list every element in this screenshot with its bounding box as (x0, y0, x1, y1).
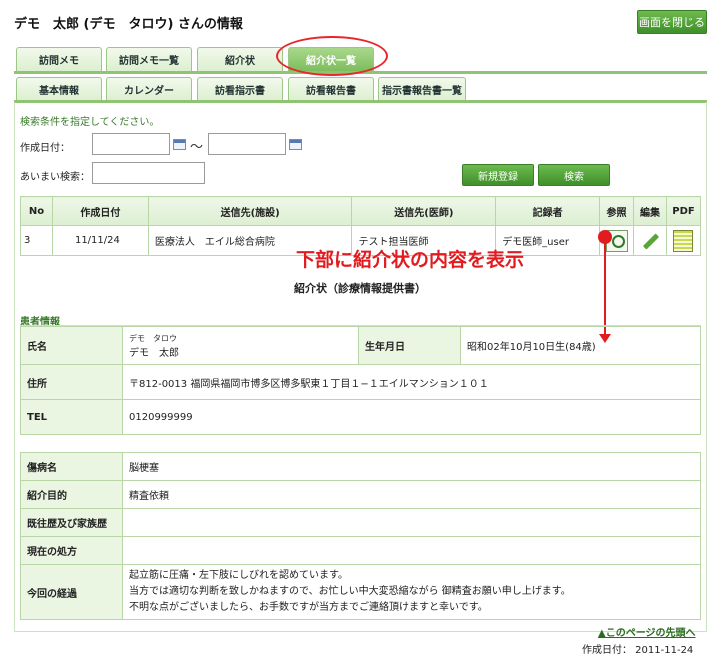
tab-calendar[interactable]: カレンダー (106, 77, 192, 101)
row-name: 氏名 デモ タロウ デモ 太郎 生年月日 昭和02年10月10日生(84歳) (20, 326, 701, 365)
date-label: 作成日付： (20, 143, 70, 154)
col-view: 参照 (599, 196, 634, 226)
name-kana: デモ タロウ (129, 333, 177, 343)
date-from-input[interactable] (92, 133, 170, 155)
col-doctor: 送信先(医師) (351, 196, 497, 226)
document-title: 紹介状（診療情報提供書） (294, 282, 426, 295)
value-progress: 起立筋に圧痛・左下肢にしびれを認めています。 当方では適切な判断を致しかねますの… (122, 564, 701, 620)
tab-visit-memo-list[interactable]: 訪問メモ一覧 (106, 47, 192, 71)
annotation-text: 下部に紹介状の内容を表示 (296, 249, 525, 271)
tab-instruction-report-list[interactable]: 指示書報告書一覧 (378, 77, 466, 101)
value-history (122, 508, 701, 537)
row-address: 住所 〒812-0013 福岡県福岡市博多区博多駅東１丁目１−１エイルマンション… (20, 364, 701, 400)
value-purpose: 精査依頼 (122, 480, 701, 509)
cell-date: 11/11/24 (51, 225, 149, 256)
tab-visit-memo[interactable]: 訪問メモ (16, 47, 102, 71)
value-prescription (122, 536, 701, 565)
row-purpose: 紹介目的 精査依頼 (20, 480, 701, 509)
search-button[interactable]: 検索 (538, 164, 610, 186)
cell-no: 3 (20, 225, 53, 256)
value-address: 〒812-0013 福岡県福岡市博多区博多駅東１丁目１−１エイルマンション１０１ (122, 364, 701, 400)
tab-basic-info[interactable]: 基本情報 (16, 77, 102, 101)
cell-pdf (665, 225, 702, 256)
cell-edit (633, 225, 667, 256)
label-address: 住所 (20, 364, 123, 400)
progress-line: 起立筋に圧痛・左下肢にしびれを認めています。 (129, 570, 348, 581)
tab-nursing-instruction[interactable]: 訪看指示書 (197, 77, 283, 101)
progress-line: 当方では適切な判断を致しかねますので、お忙しい中大変恐縮ながら 御精査お願い申し… (129, 586, 571, 597)
label-birth: 生年月日 (358, 326, 461, 365)
new-register-button[interactable]: 新規登録 (462, 164, 534, 186)
tab-nursing-report[interactable]: 訪看報告書 (288, 77, 374, 101)
referral-detail-table: 傷病名 脳梗塞 紹介目的 精査依頼 既往歴及び家族歴 現在の処方 今回の経過 起… (20, 452, 701, 620)
calendar-icon[interactable] (289, 139, 302, 150)
progress-line: 不明な点がございましたら、お手数ですが当方までご連絡頂けますと幸いです。 (129, 602, 488, 613)
value-tel: 0120999999 (122, 399, 701, 435)
label-progress: 今回の経過 (20, 564, 123, 620)
table-header-row: No 作成日付 送信先(施設) 送信先(医師) 記録者 参照 編集 PDF (20, 196, 702, 226)
fuzzy-search-input[interactable] (92, 162, 205, 184)
value-name: デモ タロウ デモ 太郎 (122, 326, 359, 365)
row-history: 既往歴及び家族歴 (20, 508, 701, 537)
date-to-input[interactable] (208, 133, 286, 155)
col-edit: 編集 (633, 196, 667, 226)
tab-referral-letter[interactable]: 紹介状 (197, 47, 283, 71)
label-purpose: 紹介目的 (20, 480, 123, 509)
pencil-icon[interactable] (639, 230, 661, 252)
col-pdf: PDF (665, 196, 702, 226)
col-date: 作成日付 (51, 196, 149, 226)
row-prescription: 現在の処方 (20, 536, 701, 565)
col-no: No (20, 196, 53, 226)
col-facility: 送信先(施設) (147, 196, 353, 226)
highlight-circle (276, 36, 388, 76)
fuzzy-search-label: あいまい検索： (20, 172, 90, 183)
value-disease: 脳梗塞 (122, 452, 701, 481)
name-kanji: デモ 太郎 (129, 347, 179, 359)
back-to-top-link[interactable]: ▲このページの先頭へ (598, 624, 696, 639)
label-tel: TEL (20, 399, 123, 435)
label-history: 既往歴及び家族歴 (20, 508, 123, 537)
calendar-icon[interactable] (173, 139, 186, 150)
pdf-icon[interactable] (673, 229, 694, 252)
patient-info-table: 氏名 デモ タロウ デモ 太郎 生年月日 昭和02年10月10日生(84歳) 住… (20, 326, 701, 435)
col-recorder: 記録者 (495, 196, 601, 226)
label-disease: 傷病名 (20, 452, 123, 481)
created-date: 作成日付： 2011-11-24 (582, 645, 694, 656)
search-hint: 検索条件を指定してください。 (20, 117, 160, 128)
close-window-button[interactable]: 画面を閉じる (637, 10, 707, 34)
row-disease: 傷病名 脳梗塞 (20, 452, 701, 481)
label-prescription: 現在の処方 (20, 536, 123, 565)
label-name: 氏名 (20, 326, 123, 365)
page-title: デモ 太郎 (デモ タロウ) さんの情報 (14, 17, 243, 32)
row-tel: TEL 0120999999 (20, 399, 701, 435)
value-birth: 昭和02年10月10日生(84歳) (460, 326, 701, 365)
row-progress: 今回の経過 起立筋に圧痛・左下肢にしびれを認めています。 当方では適切な判断を致… (20, 564, 701, 620)
range-tilde: 〜 (190, 140, 204, 155)
